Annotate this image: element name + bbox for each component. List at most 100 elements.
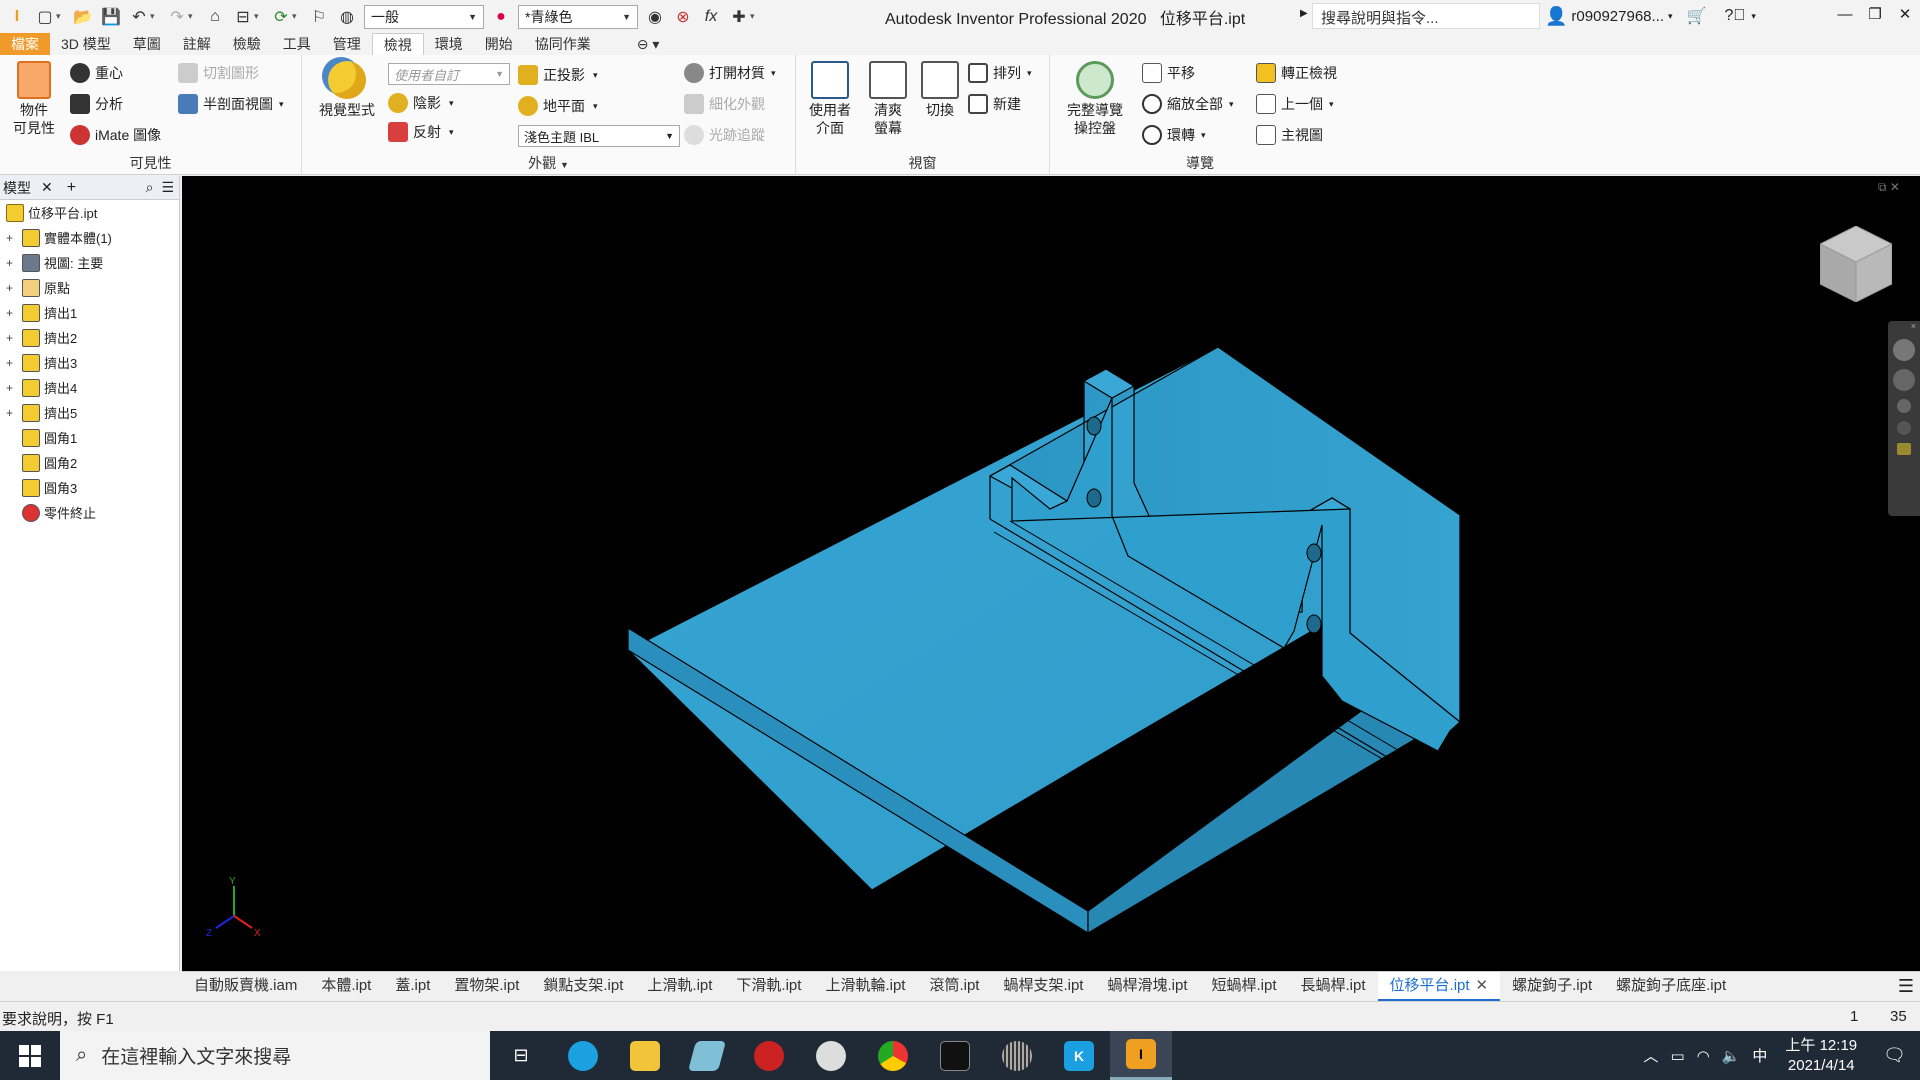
orbit-button[interactable]: 環轉 ▾: [1142, 125, 1206, 145]
clean-screen-button[interactable]: 清爽 螢幕: [862, 61, 914, 137]
tree-item[interactable]: + 視圖: 主要: [0, 250, 179, 275]
start-button[interactable]: [0, 1031, 60, 1080]
new-file-icon[interactable]: ▢: [34, 6, 56, 28]
projects-icon[interactable]: ⊟: [232, 6, 254, 28]
tab-environments[interactable]: 環境: [424, 33, 474, 55]
document-tab[interactable]: 上滑軌.ipt: [635, 972, 724, 1002]
viewcube[interactable]: [1820, 226, 1892, 302]
clock[interactable]: 上午 12:19 2021/4/14: [1785, 1036, 1857, 1076]
redo-icon[interactable]: ↷: [166, 6, 188, 28]
user-account[interactable]: 👤 r090927968... ▾ 🛒 ?⃝ ▾: [1545, 3, 1756, 29]
expand-icon[interactable]: +: [6, 331, 18, 345]
taskbar-explorer[interactable]: [614, 1031, 676, 1080]
document-tab[interactable]: 螺旋鉤子.ipt: [1500, 972, 1604, 1002]
close-icon[interactable]: ✕: [1476, 977, 1489, 994]
help-icon[interactable]: ?⃝: [1724, 7, 1745, 25]
taskbar-app-3[interactable]: [676, 1031, 738, 1080]
graphics-viewport[interactable]: Y X Z ⧉ ✕ ×: [182, 176, 1920, 971]
reflection-button[interactable]: 反射 ▾: [388, 122, 454, 142]
document-tab[interactable]: 自動販賣機.iam: [182, 972, 309, 1002]
user-defined-combo[interactable]: 使用者自訂 ▼: [388, 63, 510, 85]
document-tab[interactable]: 上滑軌輪.ipt: [813, 972, 917, 1002]
expand-icon[interactable]: +: [6, 256, 18, 270]
color-combo[interactable]: *青綠色 ▼: [518, 4, 638, 29]
document-tab[interactable]: 下滑軌.ipt: [724, 972, 813, 1002]
zoom-all-button[interactable]: 縮放全部 ▾: [1142, 94, 1234, 114]
update-dropdown-icon[interactable]: ▾: [292, 11, 302, 22]
tab-get-started[interactable]: 開始: [474, 33, 524, 55]
select-icon[interactable]: ⚐: [308, 6, 330, 28]
user-interface-button[interactable]: 使用者 介面: [804, 61, 856, 137]
home-icon[interactable]: ⌂: [204, 6, 226, 28]
steering-wheel-icon[interactable]: [1893, 339, 1915, 361]
orthographic-button[interactable]: 正投影 ▾: [518, 65, 598, 85]
tree-item[interactable]: + 原點: [0, 275, 179, 300]
tree-item[interactable]: + 擠出1: [0, 300, 179, 325]
document-tab[interactable]: 鎖點支架.ipt: [531, 972, 635, 1002]
tab-collaborate[interactable]: 協同作業: [524, 33, 602, 55]
new-window-button[interactable]: 新建: [968, 94, 1021, 114]
viewport-restore-icon[interactable]: ⧉ ✕: [1878, 180, 1900, 195]
update-icon[interactable]: ⟳: [270, 6, 292, 28]
adjust-appearance-icon[interactable]: ◉: [644, 6, 666, 28]
expand-icon[interactable]: +: [6, 231, 18, 245]
tree-root[interactable]: 位移平台.ipt: [0, 200, 179, 225]
pan-button[interactable]: 平移: [1142, 63, 1195, 83]
imate-glyph-button[interactable]: iMate 圖像: [70, 125, 161, 145]
color-wheel-icon[interactable]: ●: [490, 6, 512, 28]
notification-icon[interactable]: 🗨: [1883, 1045, 1906, 1066]
task-view-button[interactable]: ⊟: [490, 1031, 552, 1080]
ray-tracing-button[interactable]: 光跡追蹤: [684, 125, 765, 145]
tab-manage[interactable]: 管理: [322, 33, 372, 55]
expand-icon[interactable]: +: [6, 306, 18, 320]
document-tab[interactable]: 長蝸桿.ipt: [1289, 972, 1378, 1002]
volume-icon[interactable]: 🔈: [1722, 1047, 1741, 1065]
add-browser-icon[interactable]: +: [67, 179, 76, 197]
tab-view[interactable]: 檢視: [371, 33, 424, 55]
open-folder-icon[interactable]: 📂: [72, 6, 94, 28]
orbit-icon[interactable]: [1897, 421, 1911, 435]
taskbar-app-5[interactable]: [800, 1031, 862, 1080]
ibl-combo[interactable]: 淺色主題 IBL ▼: [518, 125, 680, 147]
tab-3d-model[interactable]: 3D 模型: [50, 33, 122, 55]
taskbar-terminal[interactable]: [924, 1031, 986, 1080]
full-nav-wheel-button[interactable]: 完整導覽 操控盤: [1060, 61, 1130, 137]
close-icon[interactable]: ✕: [41, 179, 53, 196]
object-visibility-button[interactable]: 物件 可見性: [8, 61, 60, 137]
close-icon[interactable]: ×: [1888, 321, 1920, 331]
document-tab[interactable]: 置物架.ipt: [442, 972, 531, 1002]
save-icon[interactable]: 💾: [100, 6, 122, 28]
tree-item[interactable]: 零件終止: [0, 500, 179, 525]
shadow-button[interactable]: 陰影 ▾: [388, 93, 454, 113]
taskbar-chrome[interactable]: [862, 1031, 924, 1080]
tree-item[interactable]: + 擠出3: [0, 350, 179, 375]
tab-sketch[interactable]: 草圖: [122, 33, 172, 55]
appearance-group-title[interactable]: 外觀 ▼: [302, 153, 795, 173]
battery-icon[interactable]: ▭: [1670, 1047, 1684, 1065]
analysis-button[interactable]: 分析: [70, 94, 123, 114]
customize-qat-icon[interactable]: ▾: [750, 11, 760, 22]
inventor-logo-icon[interactable]: I: [6, 6, 28, 28]
projects-dropdown-icon[interactable]: ▾: [254, 11, 264, 22]
expand-icon[interactable]: +: [6, 281, 18, 295]
help-search-input[interactable]: 搜尋說明與指令...: [1312, 3, 1540, 29]
taskbar-inventor[interactable]: I: [1110, 1031, 1172, 1080]
pan-hand-icon[interactable]: [1893, 369, 1915, 391]
document-tab[interactable]: 位移平台.ipt ✕: [1377, 971, 1501, 1002]
taskbar-app-9[interactable]: K: [1048, 1031, 1110, 1080]
wifi-icon[interactable]: ◠: [1697, 1047, 1710, 1065]
document-tab[interactable]: 蝸桿支架.ipt: [991, 972, 1095, 1002]
menu-icon[interactable]: ☰: [161, 179, 174, 196]
tree-item[interactable]: 圓角3: [0, 475, 179, 500]
tab-annotate[interactable]: 註解: [172, 33, 222, 55]
previous-view-button[interactable]: 上一個 ▾: [1256, 94, 1334, 114]
restore-icon[interactable]: ❐: [1860, 0, 1890, 33]
clear-appearance-icon[interactable]: ⊗: [672, 6, 694, 28]
chevron-up-icon[interactable]: ︿: [1643, 1045, 1658, 1066]
browser-title[interactable]: 模型: [3, 178, 31, 198]
part-model[interactable]: Y X Z: [182, 176, 1920, 971]
arrange-button[interactable]: 排列 ▾: [968, 63, 1032, 83]
document-tab[interactable]: 蓋.ipt: [383, 972, 442, 1002]
ground-plane-button[interactable]: 地平面 ▾: [518, 96, 598, 116]
document-tab[interactable]: 本體.ipt: [309, 972, 383, 1002]
